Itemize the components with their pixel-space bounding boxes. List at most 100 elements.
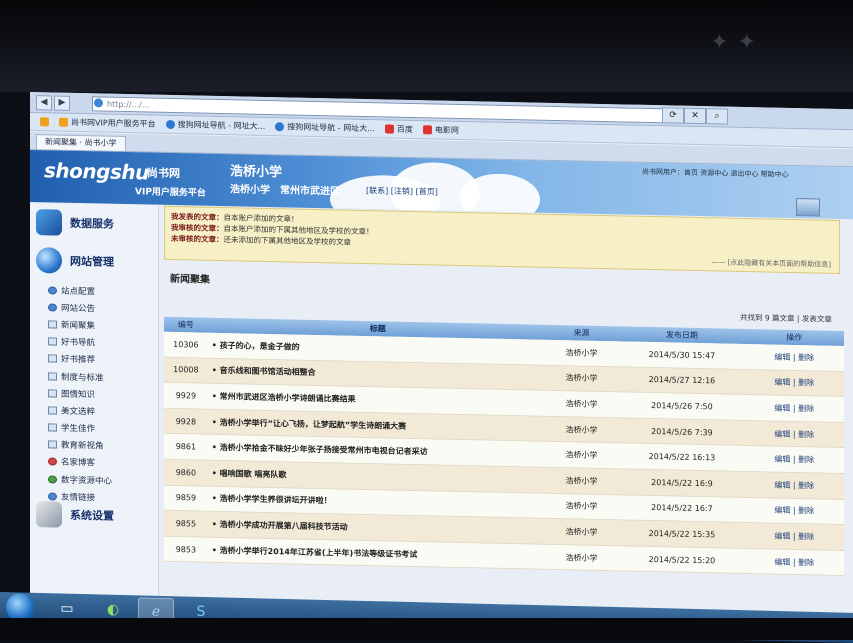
sidebar-item-book-recommend[interactable]: 好书推荐 xyxy=(48,350,112,369)
row-ops[interactable]: 编辑 | 删除 xyxy=(745,479,844,492)
sidebar-item-news[interactable]: 新闻聚集 xyxy=(48,316,112,335)
back-button[interactable]: ◀ xyxy=(36,95,52,111)
site-logo-subtitle: VIP用户服务平台 xyxy=(135,187,206,199)
row-title-link[interactable]: • 浩桥小学拾金不昧好少年张子扬接受常州市电视台记者采访 xyxy=(208,442,544,460)
favorites-star-icon[interactable] xyxy=(40,117,49,127)
document-icon xyxy=(48,406,57,415)
tab-news[interactable]: 新闻聚集 · 尚书小学 xyxy=(36,134,126,152)
sidebar-item-announcement[interactable]: 网站公告 xyxy=(48,299,112,318)
document-icon xyxy=(48,371,57,381)
sidebar-item-essays[interactable]: 美文选粹 xyxy=(48,402,112,421)
row-ops[interactable]: 编辑 | 删除 xyxy=(745,556,844,569)
row-id: 10008 xyxy=(173,365,199,375)
document-icon xyxy=(48,440,57,449)
row-source: 浩桥小学 xyxy=(565,552,598,563)
sidebar-section-site-manage[interactable]: 网站管理 xyxy=(36,247,150,275)
browser-window: ◀ ▶ http://.../... ⟳ ✕ ⌕ 尚书网VIP用户服务平台 搜狗… xyxy=(30,92,853,636)
row-date: 2014/5/26 7:50 xyxy=(651,400,713,412)
row-title-link[interactable]: • 浩桥小学成功开展第八届科技节活动 xyxy=(208,519,544,537)
row-date: 2014/5/22 15:20 xyxy=(648,554,716,565)
row-id: 9928 xyxy=(175,416,197,427)
globe-icon xyxy=(36,247,62,274)
row-title-link[interactable]: • 唱响国歌 唱亮队歌 xyxy=(208,467,544,485)
user-icon xyxy=(48,457,57,467)
school-name: 浩桥小学 xyxy=(230,184,270,197)
document-icon xyxy=(48,389,57,398)
table-body: 10306 • 孩子的心，是金子做的浩桥小学 2014/5/30 15:47 编辑 |… xyxy=(164,331,844,577)
row-source: 浩桥小学 xyxy=(565,399,598,409)
document-icon xyxy=(48,354,57,363)
sidebar-item-standards[interactable]: 制度与标准 xyxy=(48,367,112,386)
result-summary[interactable]: 共找到 9 篇文章 | 发表文章 xyxy=(740,312,832,325)
row-date: 2014/5/30 15:47 xyxy=(648,349,716,361)
hide-help-link[interactable]: —— [点此隐藏有关本页面的帮助信息] xyxy=(711,257,831,270)
row-title-link[interactable]: • 音乐线和图书馆活动相整合 xyxy=(208,365,544,383)
ie-page-icon xyxy=(94,98,103,108)
cube-icon xyxy=(36,209,62,236)
sogou-icon xyxy=(275,122,285,132)
row-date: 2014/5/27 12:16 xyxy=(648,375,716,386)
row-title-link[interactable]: • 浩桥小学学生养很讲坛开讲啦！ xyxy=(208,493,544,511)
header-links[interactable]: [联系] [注销] [首页] xyxy=(366,185,438,198)
row-title-link[interactable]: • 浩桥小学举行2014年江苏省(上半年)书法等级证书考试 xyxy=(208,544,544,562)
favorite-link-5[interactable]: 电影网 xyxy=(422,124,459,136)
row-id: 9859 xyxy=(175,493,197,503)
row-title-link[interactable]: • 浩桥小学举行“让心飞扬，让梦起航”学生诗朗诵大赛 xyxy=(208,416,544,434)
refresh-button[interactable]: ⟳ xyxy=(662,107,684,124)
col-date[interactable]: 发布日期 xyxy=(619,326,744,344)
link-icon xyxy=(48,492,57,501)
row-source: 浩桥小学 xyxy=(565,501,598,512)
row-date: 2014/5/26 7:39 xyxy=(651,426,713,437)
site-logo[interactable]: shongshu xyxy=(44,158,149,184)
info-icon xyxy=(48,303,57,312)
favorite-link-3[interactable]: 搜狗网址导航 - 网址大... xyxy=(275,121,375,134)
forward-button[interactable]: ▶ xyxy=(54,95,70,111)
row-id: 9860 xyxy=(175,467,197,478)
row-ops[interactable]: 编辑 | 删除 xyxy=(745,453,844,466)
favorite-link-4[interactable]: 百度 xyxy=(384,123,413,135)
col-source[interactable]: 来源 xyxy=(544,325,620,342)
sidebar-section-data-service[interactable]: 数据服务 xyxy=(36,209,150,237)
sidebar-item-book-nav[interactable]: 好书导航 xyxy=(48,333,112,352)
row-title-link[interactable]: • 常州市武进区浩桥小学诗朗诵比赛结果 xyxy=(208,391,544,409)
stop-button[interactable]: ✕ xyxy=(684,107,706,125)
monitor-bezel-top: ✦ ✦ xyxy=(0,0,853,92)
sidebar-section-system-settings[interactable]: 系统设置 xyxy=(36,501,150,529)
sogou-icon xyxy=(165,119,175,130)
row-ops[interactable]: 编辑 | 删除 xyxy=(745,351,844,364)
search-icon[interactable]: ⌕ xyxy=(706,108,728,125)
monitor-bezel-bottom xyxy=(0,618,853,640)
row-ops[interactable]: 编辑 | 删除 xyxy=(745,504,844,517)
row-id: 9861 xyxy=(175,442,197,452)
col-id[interactable]: 编号 xyxy=(164,317,208,333)
sidebar: 数据服务 网站管理 站点配置 网站公告 新闻聚集 好书导航 好书推荐 制度与标准… xyxy=(30,203,159,621)
row-ops[interactable]: 编辑 | 删除 xyxy=(745,530,844,543)
sidebar-item-education-view[interactable]: 教育新视角 xyxy=(48,436,112,455)
sidebar-item-blogs[interactable]: 名家博客 xyxy=(48,453,112,472)
document-icon xyxy=(48,337,57,346)
school-district: 常州市武进区 xyxy=(280,185,340,198)
row-ops[interactable]: 编辑 | 删除 xyxy=(745,428,844,441)
row-ops[interactable]: 编辑 | 删除 xyxy=(745,402,844,415)
user-info[interactable]: 尚书网用户：首页 资源中心 退出中心 帮助中心 xyxy=(642,167,789,180)
favorite-link-2[interactable]: 搜狗网址导航 - 网址大... xyxy=(165,119,265,132)
sidebar-item-library-knowledge[interactable]: 图情知识 xyxy=(48,385,112,404)
row-title-link[interactable]: • 孩子的心，是金子做的 xyxy=(208,340,544,358)
sidebar-menu: 站点配置 网站公告 新闻聚集 好书导航 好书推荐 制度与标准 图情知识 美文选粹… xyxy=(48,281,112,506)
sidebar-item-digital-resources[interactable]: 数字资源中心 xyxy=(48,470,112,489)
row-id: 9855 xyxy=(175,519,197,529)
document-icon xyxy=(48,320,57,329)
row-ops[interactable]: 编辑 | 删除 xyxy=(745,376,844,389)
page-title: 新闻聚集 xyxy=(170,273,210,286)
school-info: 浩桥小学 常州市武进区 xyxy=(230,180,340,197)
row-date: 2014/5/22 16:7 xyxy=(651,503,713,514)
row-id: 10306 xyxy=(173,339,199,350)
sidebar-item-site-config[interactable]: 站点配置 xyxy=(48,281,112,300)
row-source: 浩桥小学 xyxy=(565,450,598,461)
sidebar-item-student-works[interactable]: 学生佳作 xyxy=(48,419,112,438)
document-icon xyxy=(48,423,57,432)
favorite-link-1[interactable]: 尚书网VIP用户服务平台 xyxy=(59,117,156,130)
monitor-brand-mark: ✦ ✦ xyxy=(710,30,757,55)
site-logo-cn: 尚书网 xyxy=(147,166,180,181)
news-table: 编号 标题 来源 发布日期 操作 10306 • 孩子的心，是金子做的 浩桥小学 20… xyxy=(164,316,844,577)
